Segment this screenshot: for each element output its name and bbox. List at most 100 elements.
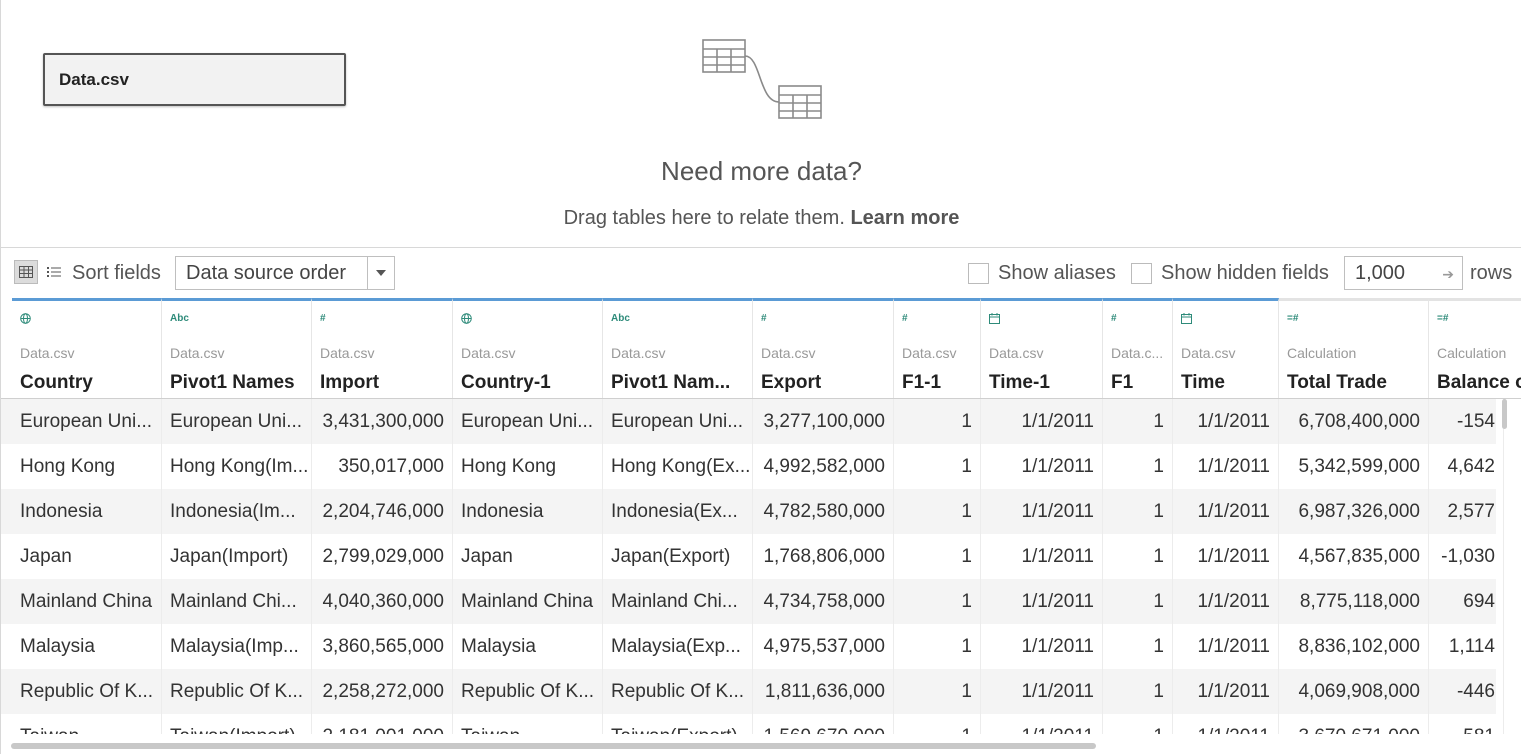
table-row[interactable]: Mainland China Mainland Chi... 4,040,360,0… (1, 579, 1504, 624)
calendar-icon[interactable] (989, 313, 1000, 327)
table-cell[interactable]: Mainland Chi... (162, 579, 312, 624)
column-header-1[interactable]: Abc Data.csv Pivot1 Names (162, 298, 312, 398)
table-row[interactable]: Malaysia Malaysia(Imp... 3,860,565,000 Mala… (1, 624, 1504, 669)
rows-count-input[interactable]: 1,000 ➔ (1344, 256, 1463, 290)
table-cell[interactable]: 8,775,118,000 (1279, 579, 1429, 624)
table-cell[interactable]: 4,992,582,000 (753, 444, 894, 489)
calendar-icon[interactable] (1181, 313, 1192, 327)
table-cell[interactable]: 4,782,580,000 (753, 489, 894, 534)
calc-number-icon[interactable]: =# (1287, 313, 1298, 324)
column-header-6[interactable]: # Data.csv F1-1 (894, 298, 981, 398)
table-cell[interactable]: 1/1/2011 (1173, 579, 1279, 624)
table-cell[interactable]: 1 (1103, 579, 1173, 624)
table-cell[interactable]: 1 (1103, 624, 1173, 669)
table-cell[interactable]: 1/1/2011 (1173, 534, 1279, 579)
column-name[interactable]: Import (320, 372, 379, 394)
table-row[interactable]: Indonesia Indonesia(Im... 2,204,746,000 Ind… (1, 489, 1504, 534)
column-header-5[interactable]: # Data.csv Export (753, 298, 894, 398)
table-cell[interactable]: 3,431,300,000 (312, 399, 453, 444)
table-cell[interactable]: -154 (1429, 399, 1504, 444)
table-cell[interactable]: Malaysia (453, 624, 603, 669)
table-cell[interactable]: Taiwan (453, 714, 603, 734)
table-cell[interactable]: Indonesia (12, 489, 162, 534)
table-cell[interactable]: Japan(Export) (603, 534, 753, 579)
column-name[interactable]: Country (20, 372, 93, 394)
table-cell[interactable]: 1 (894, 399, 981, 444)
table-row[interactable]: Republic Of K... Republic Of K... 2,258,27… (1, 669, 1504, 714)
number-icon[interactable]: # (761, 313, 767, 324)
horizontal-scrollbar[interactable] (11, 743, 1096, 749)
table-cell[interactable]: 1 (1103, 534, 1173, 579)
table-row[interactable]: European Uni... European Uni... 3,431,300,… (1, 399, 1504, 444)
table-cell[interactable]: 1 (1103, 444, 1173, 489)
table-cell[interactable]: 1/1/2011 (981, 489, 1103, 534)
table-cell[interactable]: 1/1/2011 (981, 669, 1103, 714)
table-cell[interactable]: 1 (894, 669, 981, 714)
table-cell[interactable]: -581 (1429, 714, 1504, 734)
globe-icon[interactable] (20, 313, 31, 327)
table-cell[interactable]: European Uni... (603, 399, 753, 444)
grid-view-button[interactable] (14, 260, 38, 284)
table-cell[interactable]: European Uni... (162, 399, 312, 444)
table-cell[interactable]: 1/1/2011 (981, 624, 1103, 669)
table-cell[interactable]: Japan(Import) (162, 534, 312, 579)
table-cell[interactable]: 6,708,400,000 (1279, 399, 1429, 444)
table-cell[interactable]: Malaysia (12, 624, 162, 669)
table-cell[interactable]: Malaysia(Imp... (162, 624, 312, 669)
table-cell[interactable]: European Uni... (12, 399, 162, 444)
table-row[interactable]: TaiwanTaiwan(Import)2,181,001,000TaiwanT… (1, 714, 1504, 734)
table-cell[interactable]: 1/1/2011 (981, 399, 1103, 444)
table-cell[interactable]: 4,642 (1429, 444, 1504, 489)
table-cell[interactable]: 1/1/2011 (981, 534, 1103, 579)
column-name[interactable]: Pivot1 Nam... (611, 372, 730, 394)
table-cell[interactable]: 3,860,565,000 (312, 624, 453, 669)
table-cell[interactable]: 1 (1103, 489, 1173, 534)
column-header-4[interactable]: Abc Data.csv Pivot1 Nam... (603, 298, 753, 398)
column-header-0[interactable]: Data.csv Country (12, 298, 162, 398)
table-cell[interactable]: Hong Kong(Im... (162, 444, 312, 489)
column-header-8[interactable]: # Data.c... F1 (1103, 298, 1173, 398)
sort-fields-dropdown[interactable]: Data source order (175, 256, 395, 290)
arrow-right-icon[interactable]: ➔ (1442, 266, 1454, 283)
table-cell[interactable]: 694 (1429, 579, 1504, 624)
column-name[interactable]: Time (1181, 372, 1225, 394)
table-cell[interactable]: Republic Of K... (162, 669, 312, 714)
number-icon[interactable]: # (902, 313, 908, 324)
column-name[interactable]: F1-1 (902, 372, 941, 394)
show-aliases-checkbox[interactable] (968, 263, 989, 284)
table-cell[interactable]: 1/1/2011 (1173, 399, 1279, 444)
table-row[interactable]: Hong Kong Hong Kong(Im... 350,017,000 Hong … (1, 444, 1504, 489)
table-cell[interactable]: Mainland China (12, 579, 162, 624)
calc-number-icon[interactable]: =# (1437, 313, 1448, 324)
table-cell[interactable]: 8,836,102,000 (1279, 624, 1429, 669)
table-cell[interactable]: Hong Kong(Ex... (603, 444, 753, 489)
table-card[interactable]: Data.csv (43, 53, 346, 106)
table-cell[interactable]: 1,811,636,000 (753, 669, 894, 714)
table-cell[interactable]: 1 (894, 444, 981, 489)
table-cell[interactable]: 350,017,000 (312, 444, 453, 489)
column-name[interactable]: Pivot1 Names (170, 372, 295, 394)
column-header-7[interactable]: Data.csv Time-1 (981, 298, 1103, 398)
table-cell[interactable]: Japan (12, 534, 162, 579)
table-cell[interactable]: 1/1/2011 (1173, 714, 1279, 734)
column-header-3[interactable]: Data.csv Country-1 (453, 298, 603, 398)
table-cell[interactable]: Taiwan(Export) (603, 714, 753, 734)
table-cell[interactable]: 1,768,806,000 (753, 534, 894, 579)
table-cell[interactable]: 2,181,001,000 (312, 714, 453, 734)
table-cell[interactable]: Republic Of K... (603, 669, 753, 714)
table-cell[interactable]: 3,670,671,000 (1279, 714, 1429, 734)
column-name[interactable]: Country-1 (461, 372, 551, 394)
column-header-11[interactable]: =# Calculation Balance of (1429, 298, 1521, 398)
table-cell[interactable]: 1/1/2011 (981, 579, 1103, 624)
table-cell[interactable]: Mainland Chi... (603, 579, 753, 624)
column-name[interactable]: Export (761, 372, 821, 394)
table-cell[interactable]: 4,069,908,000 (1279, 669, 1429, 714)
column-name[interactable]: Time-1 (989, 372, 1050, 394)
table-cell[interactable]: Indonesia(Ex... (603, 489, 753, 534)
table-cell[interactable]: 4,975,537,000 (753, 624, 894, 669)
table-cell[interactable]: 2,577 (1429, 489, 1504, 534)
table-cell[interactable]: 1 (894, 714, 981, 734)
table-cell[interactable]: Indonesia(Im... (162, 489, 312, 534)
column-header-9[interactable]: Data.csv Time (1173, 298, 1279, 398)
table-cell[interactable]: 2,799,029,000 (312, 534, 453, 579)
